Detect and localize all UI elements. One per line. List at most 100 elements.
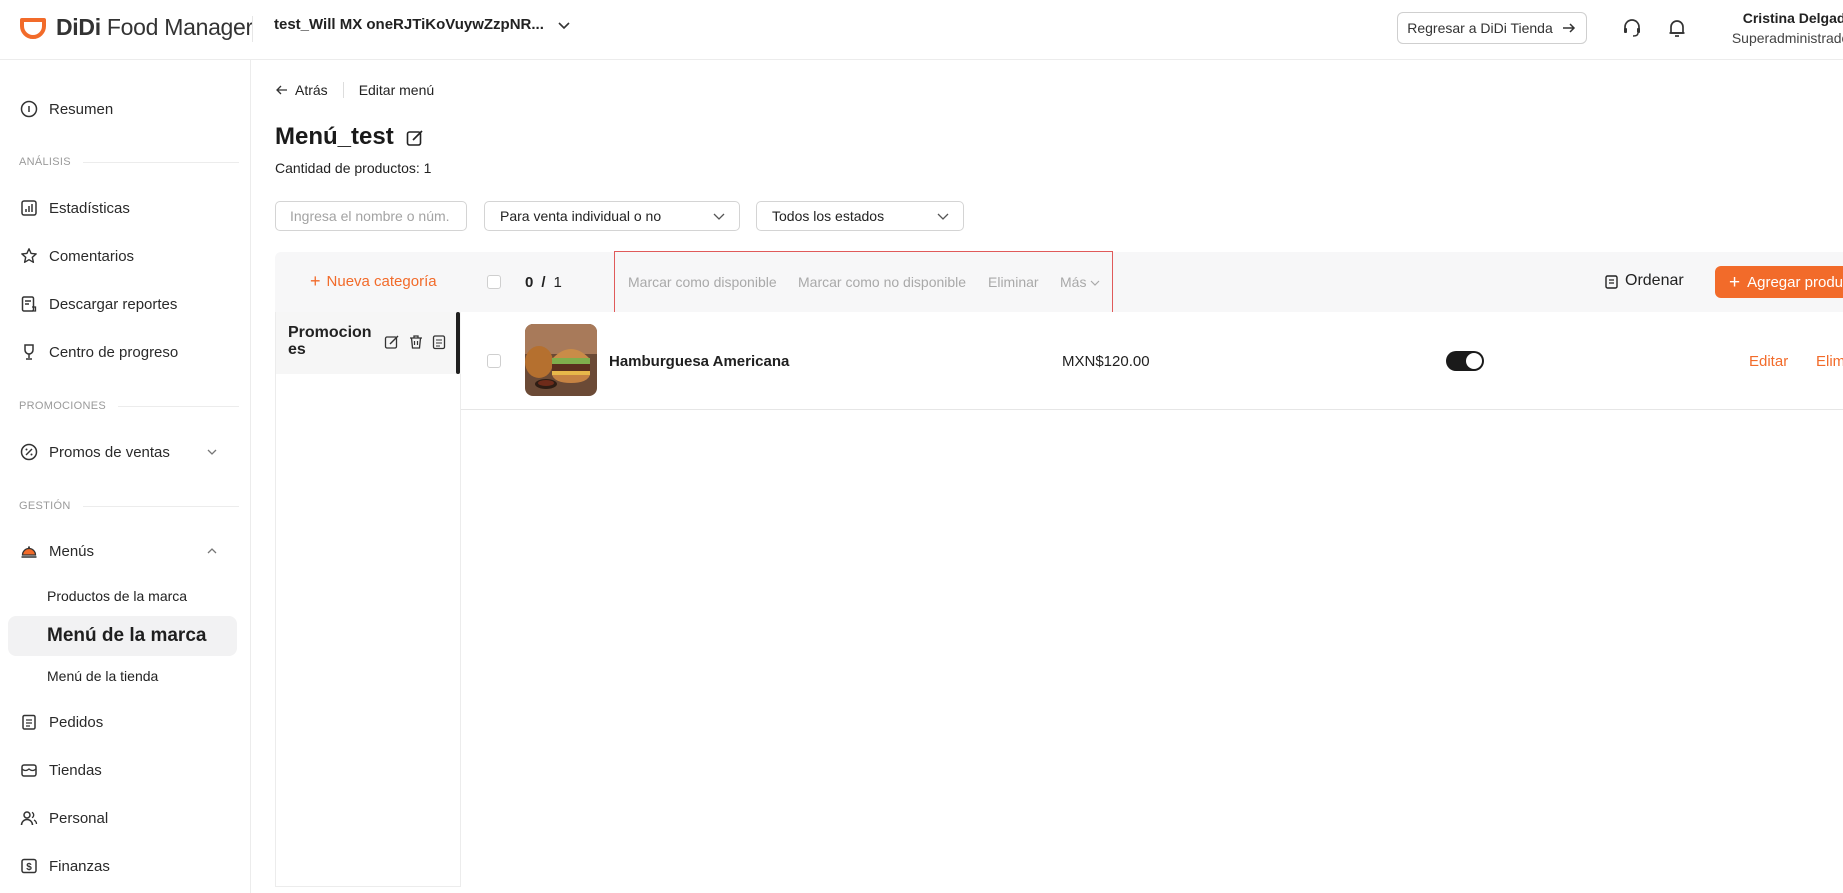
sidebar-subitem-brand-products[interactable]: Productos de la marca	[47, 588, 187, 604]
sidebar-item-label: Estadísticas	[49, 199, 130, 217]
headset-icon[interactable]	[1621, 17, 1643, 39]
section-promotions: PROMOCIONES	[19, 400, 239, 412]
back-to-store-button[interactable]: Regresar a DiDi Tienda	[1397, 12, 1587, 44]
edit-icon[interactable]	[405, 128, 425, 148]
toggle-knob	[1466, 353, 1482, 369]
add-product-button[interactable]: + Agregar producto	[1715, 266, 1843, 298]
sidebar-subitem-brand-menu[interactable]: Menú de la marca	[8, 616, 237, 656]
sidebar-item-progress[interactable]: Centro de progreso	[20, 343, 178, 361]
clipboard-icon	[22, 714, 36, 730]
back-link[interactable]: Atrás	[275, 82, 328, 98]
plus-icon: +	[310, 271, 321, 291]
logo[interactable]: DiDi Food Manager	[18, 12, 253, 42]
sidebar-item-label: Finanzas	[49, 857, 110, 875]
page-title: Menú_test	[275, 123, 394, 150]
sidebar-item-label: Pedidos	[49, 713, 104, 731]
chevron-down-icon[interactable]	[205, 445, 219, 459]
select-all-checkbox[interactable]	[487, 275, 501, 289]
star-icon	[21, 248, 37, 263]
top-header: DiDi Food Manager test_Will MX oneRJTiKo…	[0, 0, 1843, 60]
sidebar-item-orders[interactable]: Pedidos	[20, 713, 103, 731]
sidebar-item-label: Promos de ventas	[49, 443, 170, 461]
category-name: Promociones	[288, 324, 372, 358]
breadcrumb: Atrás Editar menú	[275, 82, 434, 98]
sidebar-item-menus[interactable]: Menús	[20, 542, 94, 560]
category-panel: Promociones	[275, 312, 461, 887]
store-selector[interactable]: test_Will MX oneRJTiKoVuywZzpNR...	[274, 16, 572, 33]
table-row: Hamburguesa Americana MXN$120.00 Editar …	[461, 312, 1843, 410]
selection-count: 0 / 1	[525, 274, 562, 291]
product-image	[525, 324, 597, 396]
mark-unavailable-button[interactable]: Marcar como no disponible	[798, 274, 966, 290]
product-name: Hamburguesa Americana	[609, 353, 790, 370]
category-item[interactable]: Promociones	[276, 312, 461, 374]
sidebar-item-comments[interactable]: Comentarios	[20, 247, 134, 265]
breadcrumb-divider	[342, 82, 344, 98]
sidebar-item-label: Menú de la marca	[47, 625, 207, 646]
trash-icon[interactable]	[408, 334, 424, 350]
status-select[interactable]: Todos los estados	[756, 201, 964, 231]
more-actions-button[interactable]: Más	[1060, 274, 1101, 290]
user-name: Cristina Delgado	[1742, 10, 1843, 26]
row-checkbox[interactable]	[487, 354, 501, 368]
product-price: MXN$120.00	[1062, 353, 1150, 370]
chevron-down-icon	[937, 213, 949, 220]
sidebar-item-label: Personal	[49, 809, 109, 827]
product-count: Cantidad de productos: 1	[275, 160, 432, 176]
chart-icon	[21, 200, 37, 216]
user-role: Superadministrador	[1731, 30, 1843, 46]
sidebar-item-staff[interactable]: Personal	[20, 809, 108, 827]
svg-text:$: $	[26, 862, 32, 873]
section-analysis: ANÁLISIS	[19, 156, 239, 168]
mark-available-button[interactable]: Marcar como disponible	[628, 274, 777, 290]
sidebar-item-label: Menús	[49, 542, 95, 560]
back-label: Atrás	[295, 82, 328, 98]
new-category-label: Nueva categoría	[326, 273, 437, 290]
sale-type-value: Para venta individual o no	[500, 208, 662, 224]
edit-icon[interactable]	[384, 334, 400, 350]
status-value: Todos los estados	[772, 208, 885, 224]
dollar-icon: $	[21, 858, 37, 874]
cloche-icon	[21, 546, 37, 558]
didi-logo-icon	[20, 18, 46, 39]
sidebar-subitem-store-menu[interactable]: Menú de la tienda	[47, 668, 158, 684]
sort-label: Ordenar	[1625, 272, 1684, 289]
bulk-delete-button[interactable]: Eliminar	[988, 274, 1039, 290]
sidebar-item-label: Centro de progreso	[49, 343, 179, 361]
sidebar: Resumen ANÁLISIS Estadísticas Comentario…	[0, 60, 251, 893]
new-category-button[interactable]: + Nueva categoría	[310, 271, 437, 291]
sidebar-item-stores[interactable]: Tiendas	[20, 761, 102, 779]
search-input[interactable]	[275, 201, 467, 231]
discount-icon	[20, 443, 38, 461]
sidebar-item-label: Resumen	[49, 100, 114, 118]
plus-icon: +	[1729, 271, 1741, 293]
store-icon	[21, 764, 37, 777]
more-label: Más	[1060, 274, 1087, 290]
sidebar-item-summary[interactable]: Resumen	[20, 100, 113, 118]
availability-toggle[interactable]	[1446, 351, 1484, 371]
chevron-up-icon[interactable]	[205, 544, 219, 558]
chevron-down-icon	[1091, 280, 1100, 287]
chevron-down-icon	[558, 21, 570, 29]
sidebar-item-finances[interactable]: $ Finanzas	[20, 857, 110, 875]
clipboard-icon[interactable]	[431, 334, 447, 350]
bell-icon[interactable]	[1666, 17, 1688, 39]
section-management: GESTIÓN	[19, 500, 239, 512]
delete-product-link[interactable]: Eliminar	[1816, 353, 1843, 370]
user-profile[interactable]: Cristina Delgado Superadministrador	[1714, 10, 1843, 46]
report-icon	[21, 296, 37, 312]
home-icon	[20, 100, 38, 118]
sidebar-item-label: Descargar reportes	[49, 295, 178, 313]
trophy-icon	[24, 344, 34, 360]
store-name: test_Will MX oneRJTiKoVuywZzpNR...	[274, 16, 544, 33]
sidebar-item-label: Comentarios	[49, 247, 135, 265]
sidebar-item-reports[interactable]: Descargar reportes	[20, 295, 177, 313]
sidebar-item-sales-promos[interactable]: Promos de ventas	[20, 443, 170, 461]
edit-product-link[interactable]: Editar	[1749, 353, 1788, 370]
sale-type-select[interactable]: Para venta individual o no	[484, 201, 740, 231]
sidebar-item-stats[interactable]: Estadísticas	[20, 199, 130, 217]
sort-button[interactable]: Ordenar	[1604, 272, 1684, 290]
breadcrumb-current: Editar menú	[358, 82, 435, 98]
logo-text: DiDi Food Manager	[56, 13, 253, 40]
header-divider	[252, 16, 253, 42]
